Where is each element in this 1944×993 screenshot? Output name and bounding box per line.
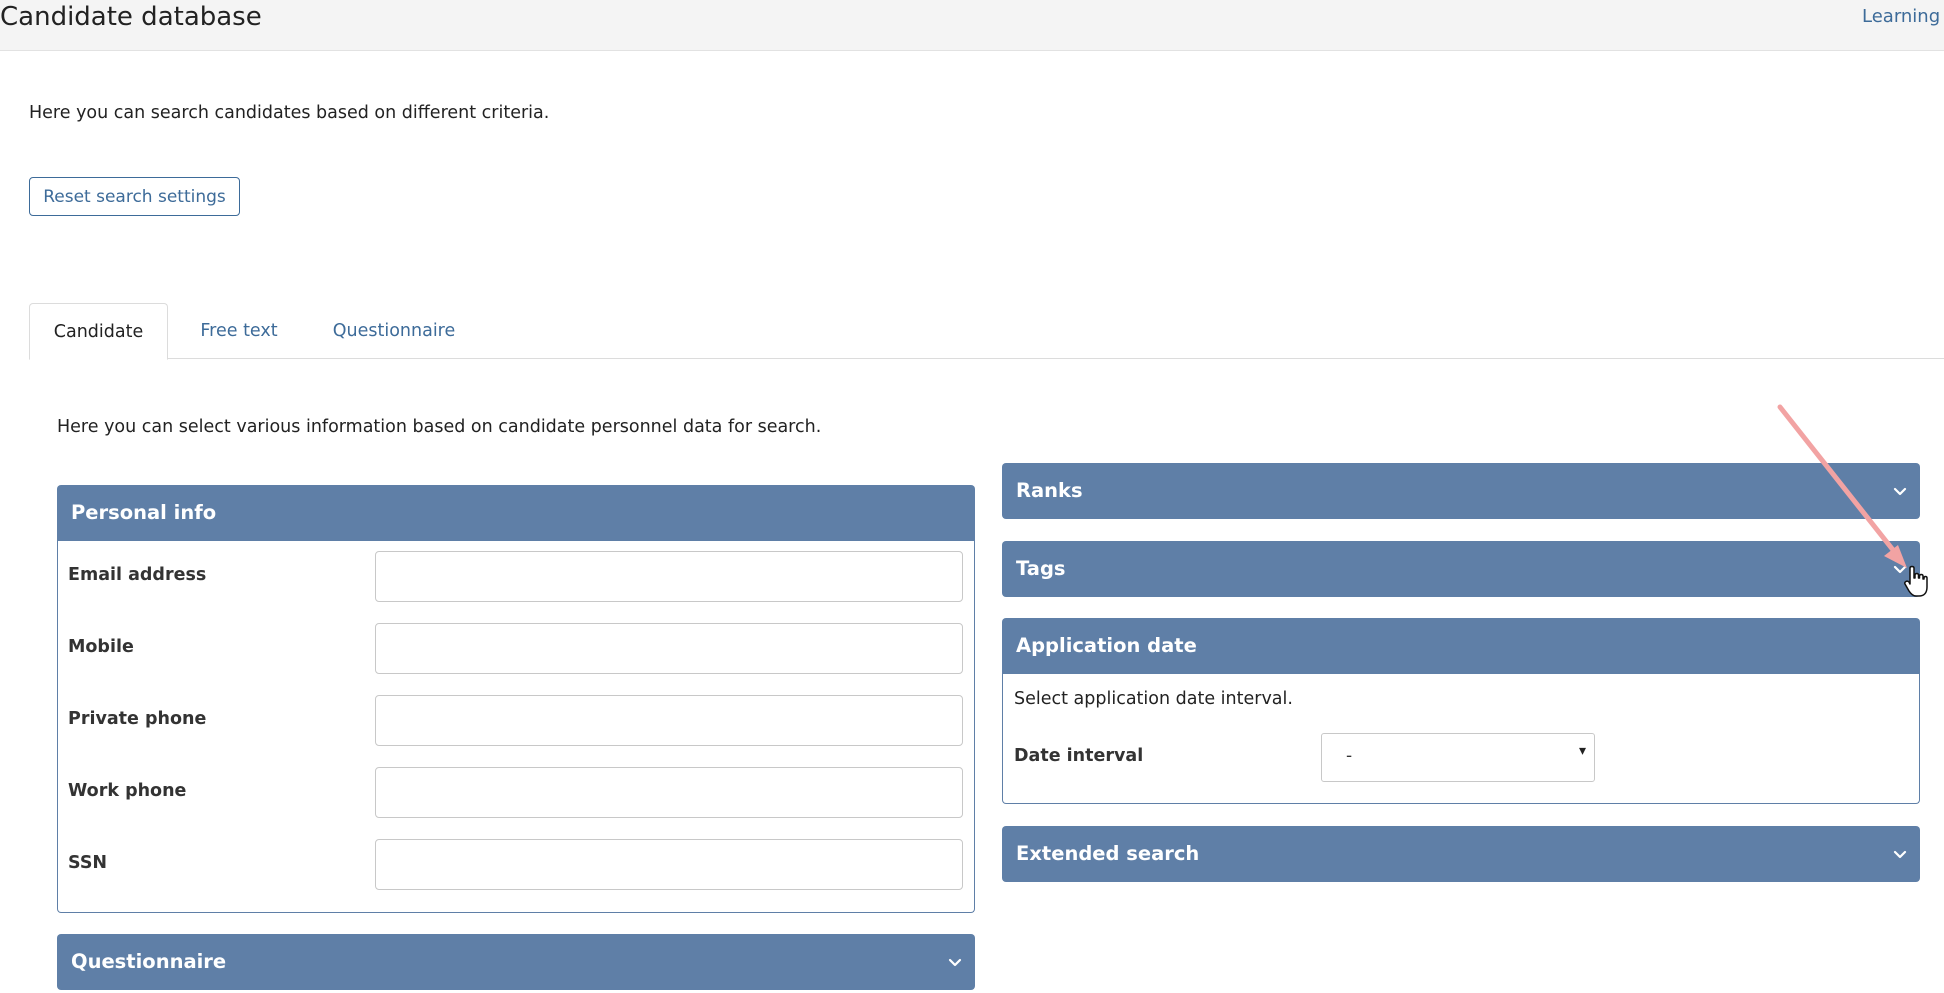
date-interval-value: -	[1346, 746, 1353, 766]
extended-search-panel-header[interactable]: Extended search	[1002, 826, 1920, 882]
chevron-down-icon[interactable]	[1890, 559, 1910, 579]
email-address-label: Email address	[68, 565, 207, 585]
chevron-down-icon	[1893, 487, 1907, 496]
chevron-down-icon	[948, 958, 962, 967]
application-date-hint: Select application date interval.	[1014, 689, 1293, 709]
tab-candidate[interactable]: Candidate	[29, 303, 168, 360]
ranks-panel-header[interactable]: Ranks	[1002, 463, 1920, 519]
questionnaire-panel-title: Questionnaire	[71, 950, 227, 973]
private-phone-input[interactable]	[375, 695, 963, 746]
ssn-input[interactable]	[375, 839, 963, 890]
learning-link[interactable]: Learning	[1862, 6, 1940, 27]
ranks-panel-title: Ranks	[1016, 479, 1083, 502]
application-date-title: Application date	[1016, 634, 1197, 657]
candidate-tab-description: Here you can select various information …	[57, 417, 822, 437]
email-address-input[interactable]	[375, 551, 963, 602]
extended-search-panel-title: Extended search	[1016, 842, 1200, 865]
date-interval-label: Date interval	[1014, 746, 1144, 766]
tags-panel-header[interactable]: Tags	[1002, 541, 1920, 597]
questionnaire-panel-header[interactable]: Questionnaire	[57, 934, 975, 990]
select-caret-icon: ▾	[1578, 743, 1586, 759]
work-phone-label: Work phone	[68, 781, 187, 801]
top-bar: Candidate database Learning	[0, 0, 1944, 51]
tab-questionnaire[interactable]: Questionnaire	[319, 303, 469, 359]
private-phone-label: Private phone	[68, 709, 207, 729]
mobile-label: Mobile	[68, 637, 134, 657]
tags-panel-title: Tags	[1016, 557, 1066, 580]
chevron-down-icon	[1893, 850, 1907, 859]
page-title: Candidate database	[0, 2, 262, 32]
tabs-divider	[29, 358, 1944, 359]
personal-info-title: Personal info	[71, 501, 217, 524]
application-date-header: Application date	[1002, 618, 1920, 674]
tab-free-text[interactable]: Free text	[179, 303, 299, 359]
ssn-label: SSN	[68, 853, 108, 873]
work-phone-input[interactable]	[375, 767, 963, 818]
reset-search-settings-button[interactable]: Reset search settings	[29, 177, 240, 216]
personal-info-header: Personal info	[57, 485, 975, 541]
date-interval-select[interactable]: - ▾	[1321, 733, 1595, 782]
mobile-input[interactable]	[375, 623, 963, 674]
page-intro: Here you can search candidates based on …	[29, 103, 550, 123]
